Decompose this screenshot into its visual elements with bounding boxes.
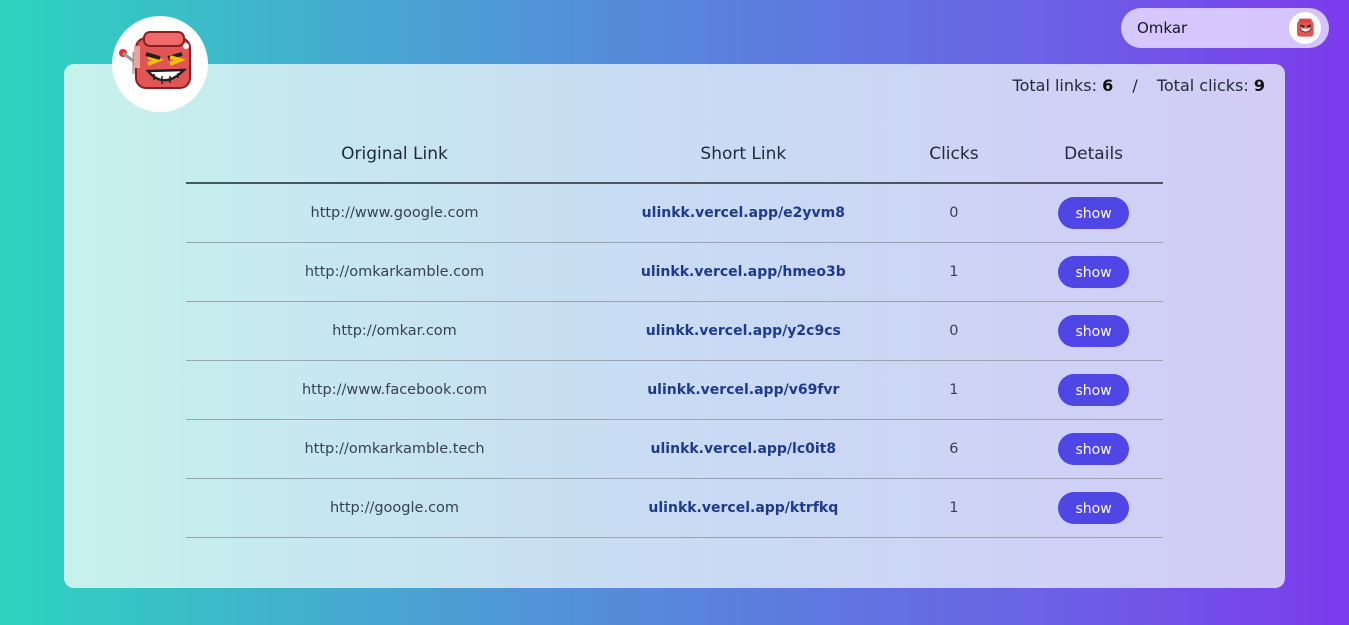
robot-mascot-icon xyxy=(112,16,208,112)
robot-mascot-icon[interactable] xyxy=(1289,12,1321,44)
short-link[interactable]: ulinkk.vercel.app/hmeo3b xyxy=(641,264,846,280)
short-link[interactable]: ulinkk.vercel.app/e2yvm8 xyxy=(642,205,845,221)
user-name: Omkar xyxy=(1137,19,1188,37)
short-link[interactable]: ulinkk.vercel.app/lc0it8 xyxy=(651,441,837,457)
total-links-label: Total links: xyxy=(1012,76,1098,95)
table-row: http://google.com ulinkk.vercel.app/ktrf… xyxy=(186,478,1163,538)
show-details-button[interactable]: show xyxy=(1058,374,1130,406)
click-count: 1 xyxy=(883,242,1025,302)
click-count: 1 xyxy=(883,360,1025,420)
click-count: 0 xyxy=(883,301,1025,361)
show-details-button[interactable]: show xyxy=(1058,315,1130,347)
show-details-button[interactable]: show xyxy=(1058,256,1130,288)
table-row: http://omkar.com ulinkk.vercel.app/y2c9c… xyxy=(186,301,1163,361)
original-link: http://omkar.com xyxy=(186,301,603,361)
original-link: http://www.facebook.com xyxy=(186,360,603,420)
show-details-button[interactable]: show xyxy=(1058,197,1130,229)
click-count: 6 xyxy=(883,419,1025,479)
click-count: 0 xyxy=(883,183,1025,243)
links-table: Original Link Short Link Clicks Details … xyxy=(186,126,1163,538)
original-link: http://omkarkamble.tech xyxy=(186,419,603,479)
total-clicks-value: 9 xyxy=(1253,76,1265,95)
total-clicks-label: Total clicks: xyxy=(1156,76,1249,95)
show-details-button[interactable]: show xyxy=(1058,492,1130,524)
original-link: http://google.com xyxy=(186,478,603,538)
table-row: http://www.facebook.com ulinkk.vercel.ap… xyxy=(186,360,1163,420)
short-link[interactable]: ulinkk.vercel.app/ktrfkq xyxy=(648,500,838,516)
header-clicks: Clicks xyxy=(883,126,1025,184)
short-link[interactable]: ulinkk.vercel.app/v69fvr xyxy=(647,382,839,398)
original-link: http://omkarkamble.com xyxy=(186,242,603,302)
table-header-row: Original Link Short Link Clicks Details xyxy=(186,126,1163,184)
short-link[interactable]: ulinkk.vercel.app/y2c9cs xyxy=(646,323,841,339)
header-short-link: Short Link xyxy=(602,126,884,184)
table-row: http://omkarkamble.com ulinkk.vercel.app… xyxy=(186,242,1163,302)
table-row: http://www.google.com ulinkk.vercel.app/… xyxy=(186,183,1163,243)
totals-summary: Total links: 6 / Total clicks: 9 xyxy=(1013,76,1265,95)
table-row: http://omkarkamble.tech ulinkk.vercel.ap… xyxy=(186,419,1163,479)
header-original-link: Original Link xyxy=(186,126,603,184)
header-details: Details xyxy=(1024,126,1163,184)
total-links-value: 6 xyxy=(1102,76,1114,95)
show-details-button[interactable]: show xyxy=(1058,433,1130,465)
original-link: http://www.google.com xyxy=(186,183,603,243)
click-count: 1 xyxy=(883,478,1025,538)
user-menu[interactable]: Omkar xyxy=(1121,8,1329,48)
totals-separator: / xyxy=(1132,76,1138,95)
